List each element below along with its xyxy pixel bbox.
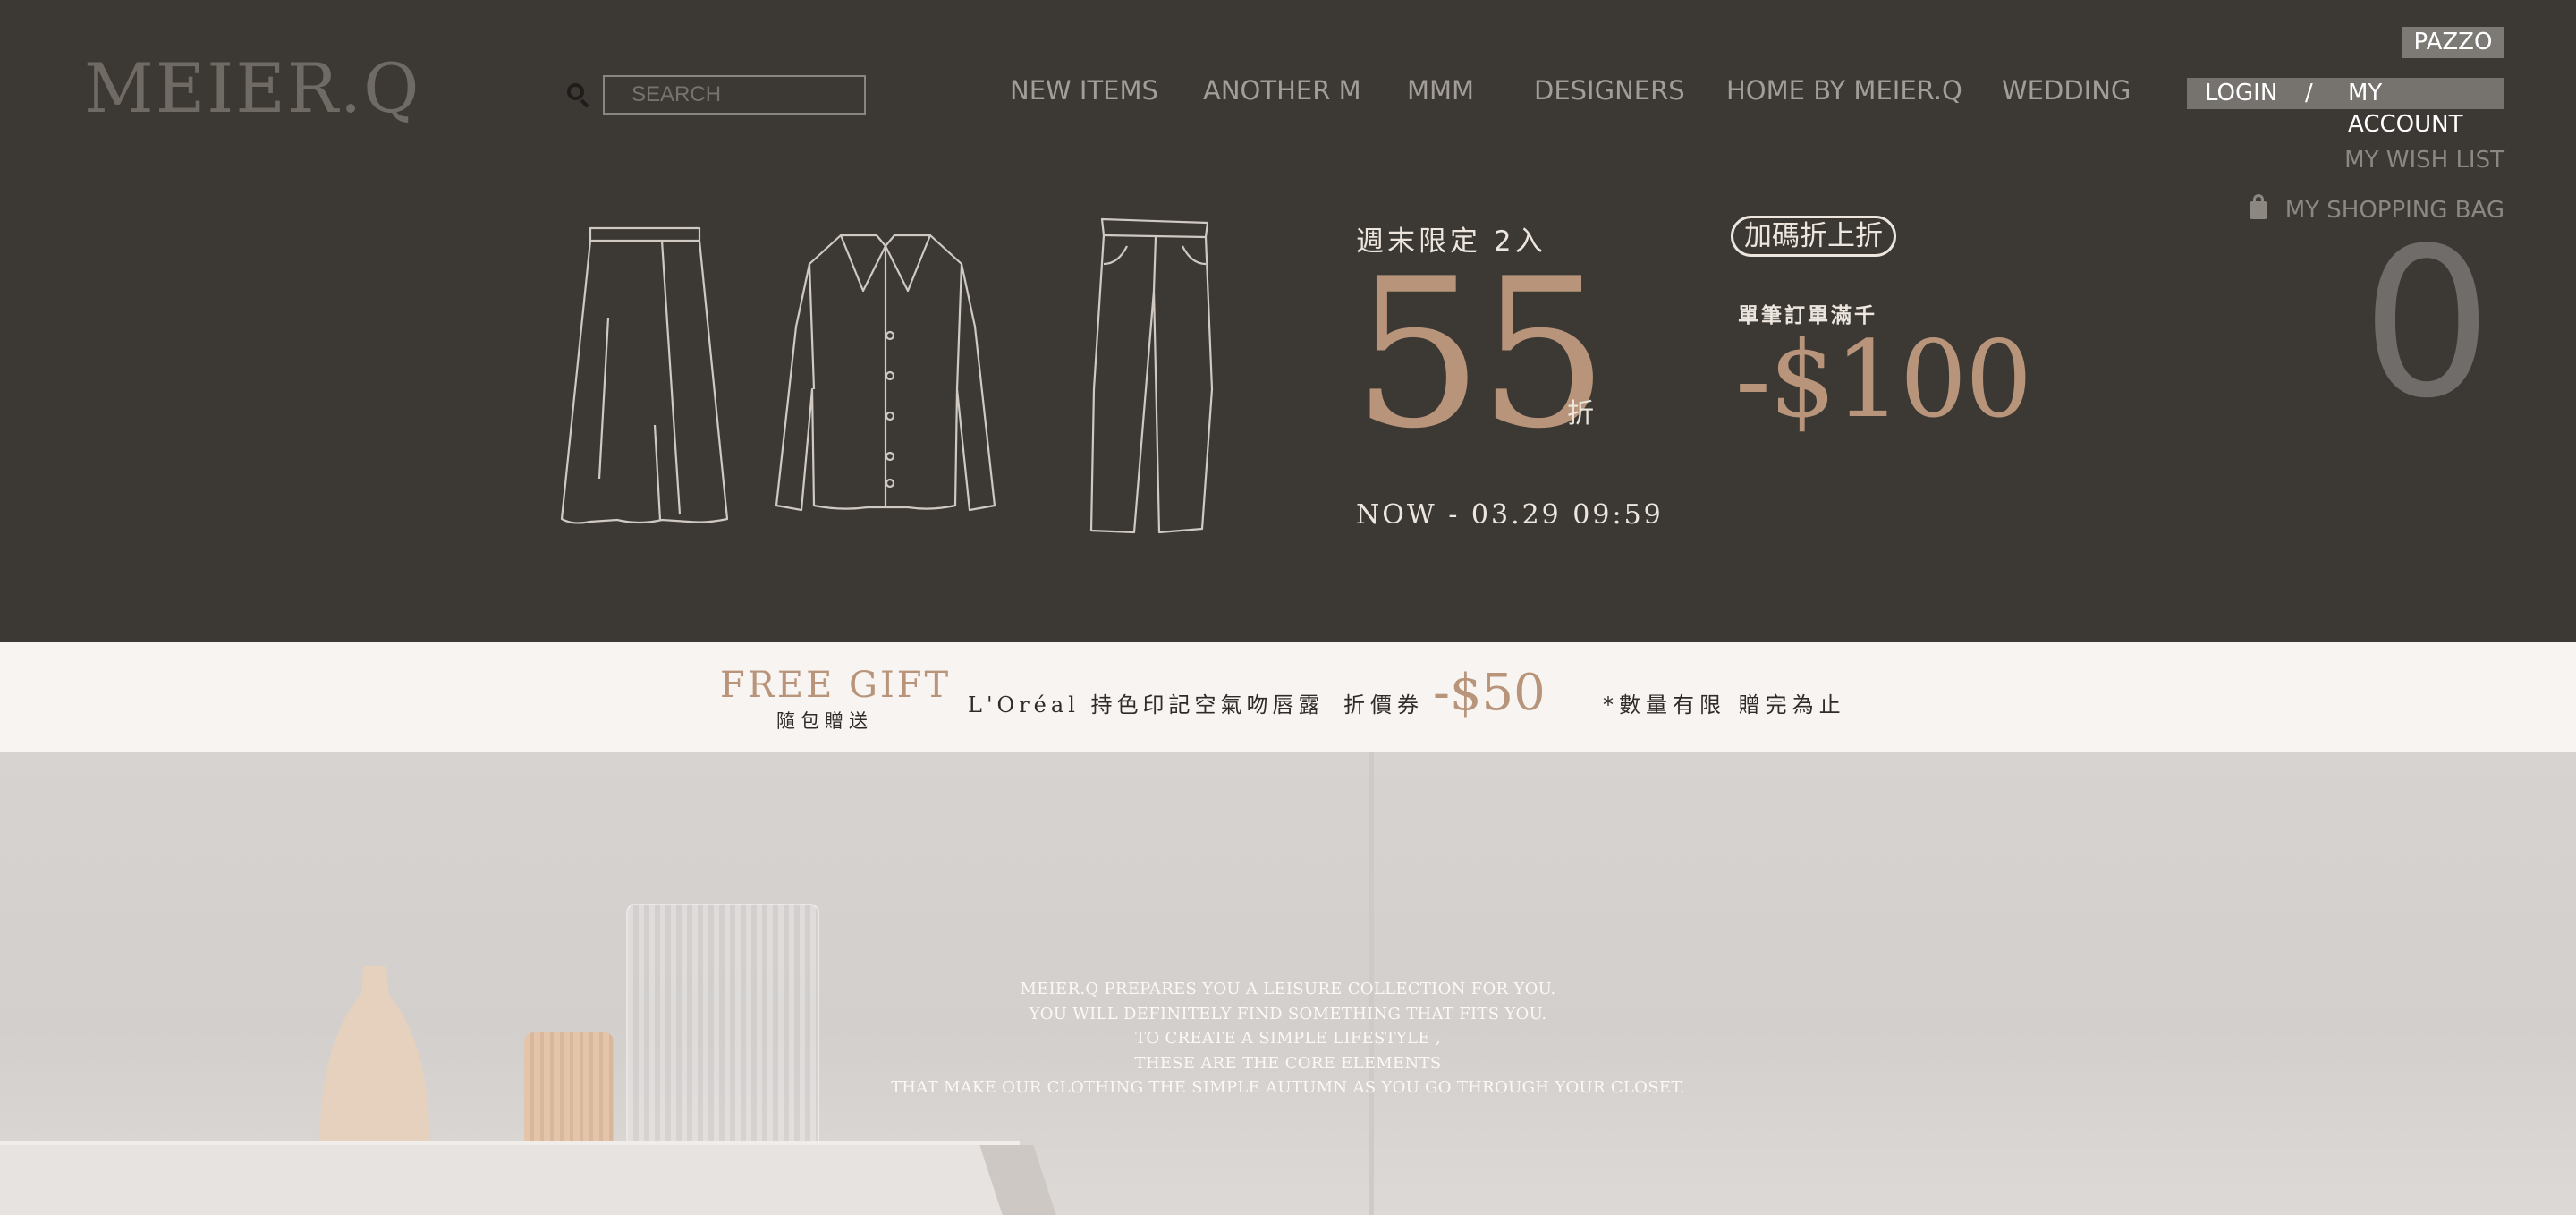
pazzo-link[interactable]: PAZZO	[2402, 27, 2504, 58]
hero-banner: MEIER.Q NEW ITEMS ANOTHER M MMM DESIGNER…	[0, 0, 2576, 642]
account-bar: LOGIN / MY ACCOUNT	[2187, 78, 2504, 138]
shopping-bag-icon	[2249, 194, 2267, 219]
trousers-drawing	[1089, 217, 1214, 534]
gift-limit-note: *數量有限 贈完為止	[1603, 692, 1846, 718]
nav-wedding[interactable]: WEDDING	[2002, 75, 2131, 106]
copy-line: YOU WILL DEFINITELY FIND SOMETHING THAT …	[1029, 1004, 1547, 1024]
shirt-drawing	[775, 234, 996, 512]
gift-item: L'Oréal 持色印記空氣吻唇露	[968, 692, 1325, 718]
gift-subtitle: 隨包贈送	[776, 710, 873, 732]
nav-designers[interactable]: DESIGNERS	[1534, 75, 1685, 106]
nav-mmm[interactable]: MMM	[1407, 75, 1474, 106]
lifestyle-copy: MEIER.Q PREPARES YOU A LEISURE COLLECTIO…	[0, 977, 2576, 1100]
copy-line: THESE ARE THE CORE ELEMENTS	[1134, 1053, 1442, 1073]
copy-line: TO CREATE A SIMPLE LIFESTYLE ,	[1135, 1029, 1441, 1048]
nav-another-m[interactable]: ANOTHER M	[1203, 75, 1361, 106]
login-link[interactable]: LOGIN	[2205, 78, 2277, 109]
gift-title: FREE GIFT	[720, 665, 952, 706]
my-account-link[interactable]: MY ACCOUNT	[2348, 78, 2504, 140]
search-input[interactable]	[603, 75, 866, 115]
search-bar	[567, 75, 866, 115]
shelf	[0, 1145, 1020, 1215]
bag-count: 0	[2361, 205, 2493, 444]
free-gift-banner[interactable]: FREE GIFT 隨包贈送 L'Oréal 持色印記空氣吻唇露 折價券 -$5…	[0, 642, 2576, 752]
promo-discount-unit: 折	[1567, 398, 1594, 429]
clothing-illustration	[560, 217, 1214, 534]
promo-discount: 55	[1352, 235, 1609, 474]
gift-coupon-label: 折價券	[1343, 692, 1424, 718]
search-icon[interactable]	[567, 83, 590, 108]
promo-period: NOW - 03.29 09:59	[1356, 499, 1664, 531]
gift-coupon-value: -$50	[1433, 664, 1546, 722]
wish-list-link[interactable]: MY WISH LIST	[2344, 147, 2504, 174]
promo-extra-off: -$100	[1735, 318, 2032, 441]
copy-line: MEIER.Q PREPARES YOU A LEISURE COLLECTIO…	[1020, 980, 1556, 998]
promo-badge: 加碼折上折	[1731, 216, 1896, 257]
skirt-drawing	[560, 226, 729, 524]
nav-new-items[interactable]: NEW ITEMS	[1010, 75, 1158, 106]
nav-home-by-meierq[interactable]: HOME BY MEIER.Q	[1726, 75, 1962, 106]
logo[interactable]: MEIER.Q	[84, 48, 420, 128]
copy-line: THAT MAKE OUR CLOTHING THE SIMPLE AUTUMN…	[891, 1078, 1685, 1097]
account-separator: /	[2305, 80, 2313, 106]
